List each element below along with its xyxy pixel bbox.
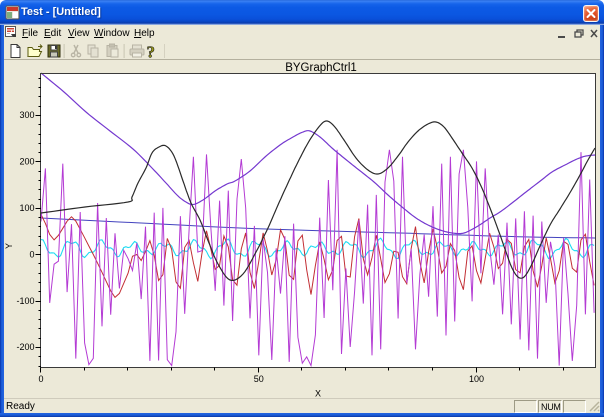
svg-text:200: 200 xyxy=(19,157,34,167)
svg-text:50: 50 xyxy=(254,374,264,384)
svg-text:100: 100 xyxy=(469,374,484,384)
svg-text:300: 300 xyxy=(19,110,34,120)
svg-text:Y: Y xyxy=(4,243,14,249)
svg-text:BYGraphCtrl1: BYGraphCtrl1 xyxy=(285,62,357,74)
svg-text:-100: -100 xyxy=(16,296,34,306)
svg-text:100: 100 xyxy=(19,203,34,213)
svg-text:?: ? xyxy=(147,43,156,59)
svg-text:0: 0 xyxy=(38,374,43,384)
svg-text:-200: -200 xyxy=(16,342,34,352)
svg-text:0: 0 xyxy=(29,249,34,259)
svg-text:X: X xyxy=(315,389,321,399)
